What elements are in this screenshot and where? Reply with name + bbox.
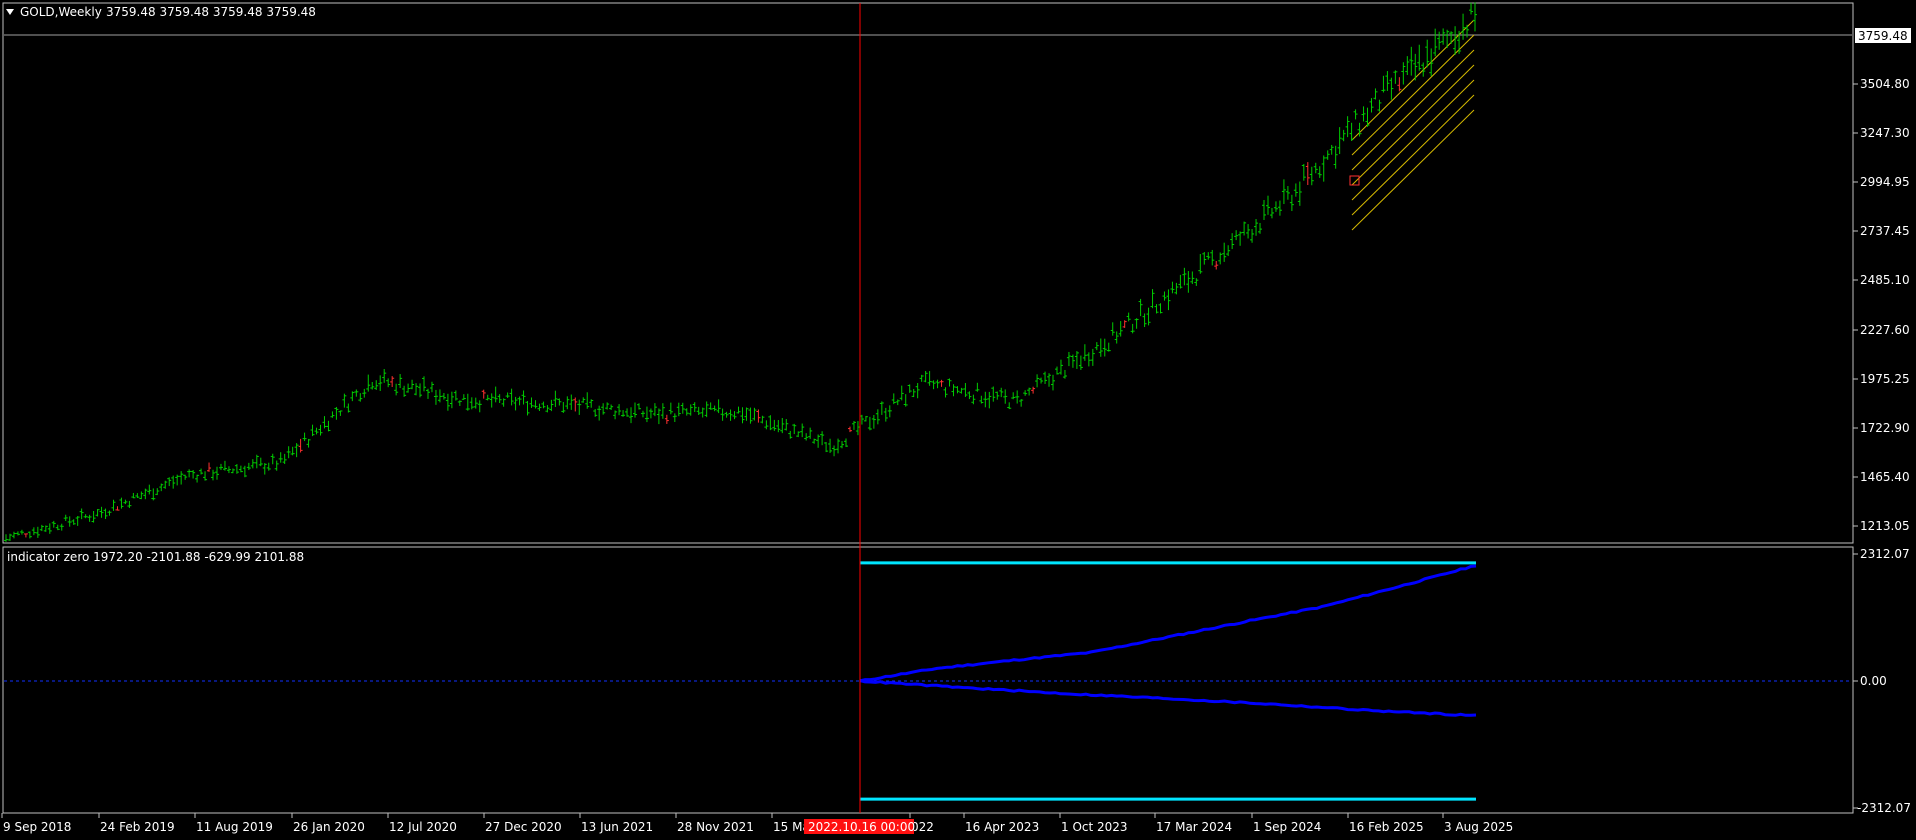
indicator-zero-label: 0.00 (1860, 674, 1887, 688)
price-axis-label: 1975.25 (1860, 372, 1910, 386)
time-axis-label: 3 Aug 2025 (1444, 820, 1513, 834)
price-axis-label: 3247.30 (1860, 126, 1910, 140)
time-axis-label: 24 Feb 2019 (100, 820, 175, 834)
indicator-upper-label: 2312.07 (1860, 547, 1910, 561)
price-axis[interactable]: 3504.80 3247.30 2994.95 2737.45 2485.10 2227.… (1853, 77, 1910, 533)
price-axis-label: 2227.60 (1860, 323, 1910, 337)
time-axis-label: 1 Sep 2024 (1253, 820, 1321, 834)
indicator-pane[interactable] (2, 546, 1854, 814)
current-price-tag: 3759.48 (1855, 28, 1911, 43)
time-axis-label: 11 Aug 2019 (196, 820, 273, 834)
indicator-axis[interactable]: 2312.07 0.00 -2312.07 (1853, 547, 1911, 815)
price-axis-label: 2994.95 (1860, 175, 1910, 189)
price-axis-label: 3504.80 (1860, 77, 1910, 91)
indicator-title: indicator zero 1972.20 -2101.88 -629.99 … (7, 550, 304, 564)
symbol-header: GOLD,Weekly 3759.48 3759.48 3759.48 3759… (6, 5, 316, 19)
time-axis-label: 17 Mar 2024 (1156, 820, 1232, 834)
time-axis-label: 1 Oct 2023 (1061, 820, 1128, 834)
symbol-label: GOLD,Weekly (20, 5, 102, 19)
crosshair-time-tag: 2022.10.16 00:00 (804, 819, 915, 834)
time-axis-label: 27 Dec 2020 (485, 820, 562, 834)
chart-area[interactable]: GOLD,Weekly 3759.48 3759.48 3759.48 3759… (0, 0, 1916, 840)
price-axis-label: 2737.45 (1860, 224, 1910, 238)
time-axis-label: 26 Jan 2020 (293, 820, 365, 834)
time-axis-label: 12 Jul 2020 (389, 820, 457, 834)
price-axis-label: 1213.05 (1860, 519, 1910, 533)
time-axis-label: 28 Nov 2021 (677, 820, 754, 834)
price-axis-label: 2485.10 (1860, 273, 1910, 287)
time-axis[interactable]: 9 Sep 2018 24 Feb 2019 11 Aug 2019 26 Jan 2… (1, 813, 1513, 834)
price-axis-label: 1465.40 (1860, 470, 1910, 484)
time-axis-label: 16 Feb 2025 (1349, 820, 1424, 834)
price-tag-text: 3759.48 (1858, 29, 1908, 43)
time-tag-text: 2022.10.16 00:00 (808, 820, 915, 834)
price-axis-label: 1722.90 (1860, 421, 1910, 435)
ohlc-label: 3759.48 3759.48 3759.48 3759.48 (106, 5, 316, 19)
time-axis-label: 9 Sep 2018 (3, 820, 71, 834)
time-axis-label: 13 Jun 2021 (581, 820, 653, 834)
indicator-lower-label: -2312.07 (1857, 801, 1911, 815)
time-axis-label: 16 Apr 2023 (965, 820, 1039, 834)
